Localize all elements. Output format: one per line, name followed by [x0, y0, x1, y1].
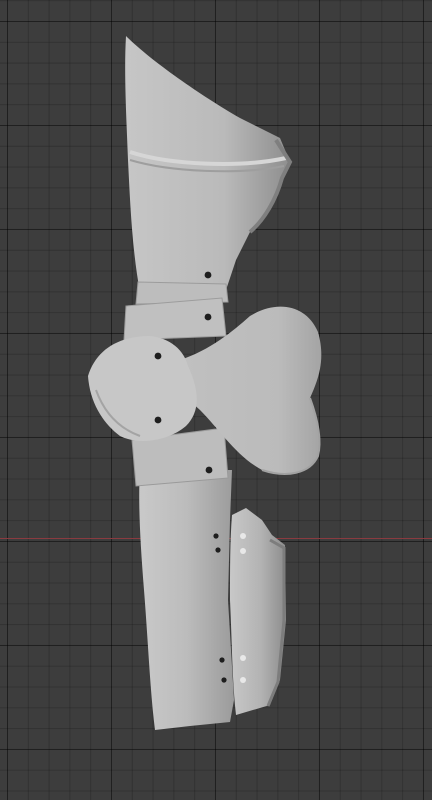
rivet-hole	[221, 677, 227, 683]
greave-hole	[240, 655, 246, 661]
greave-hole	[240, 533, 246, 539]
3d-viewport[interactable]	[0, 0, 432, 800]
rivet-hole	[219, 657, 225, 663]
rivet-hole	[204, 313, 212, 321]
rivet-hole	[213, 533, 219, 539]
rivet-hole	[204, 271, 212, 279]
greave-hole	[240, 548, 246, 554]
greave-hole	[240, 677, 246, 683]
rivet-hole	[215, 547, 221, 553]
shin-plate	[139, 470, 234, 730]
rivet-hole	[154, 416, 162, 424]
rivet-hole	[205, 466, 213, 474]
knee-cop	[88, 336, 197, 441]
rivet-hole	[154, 352, 162, 360]
armor-leg-model[interactable]	[0, 0, 432, 800]
